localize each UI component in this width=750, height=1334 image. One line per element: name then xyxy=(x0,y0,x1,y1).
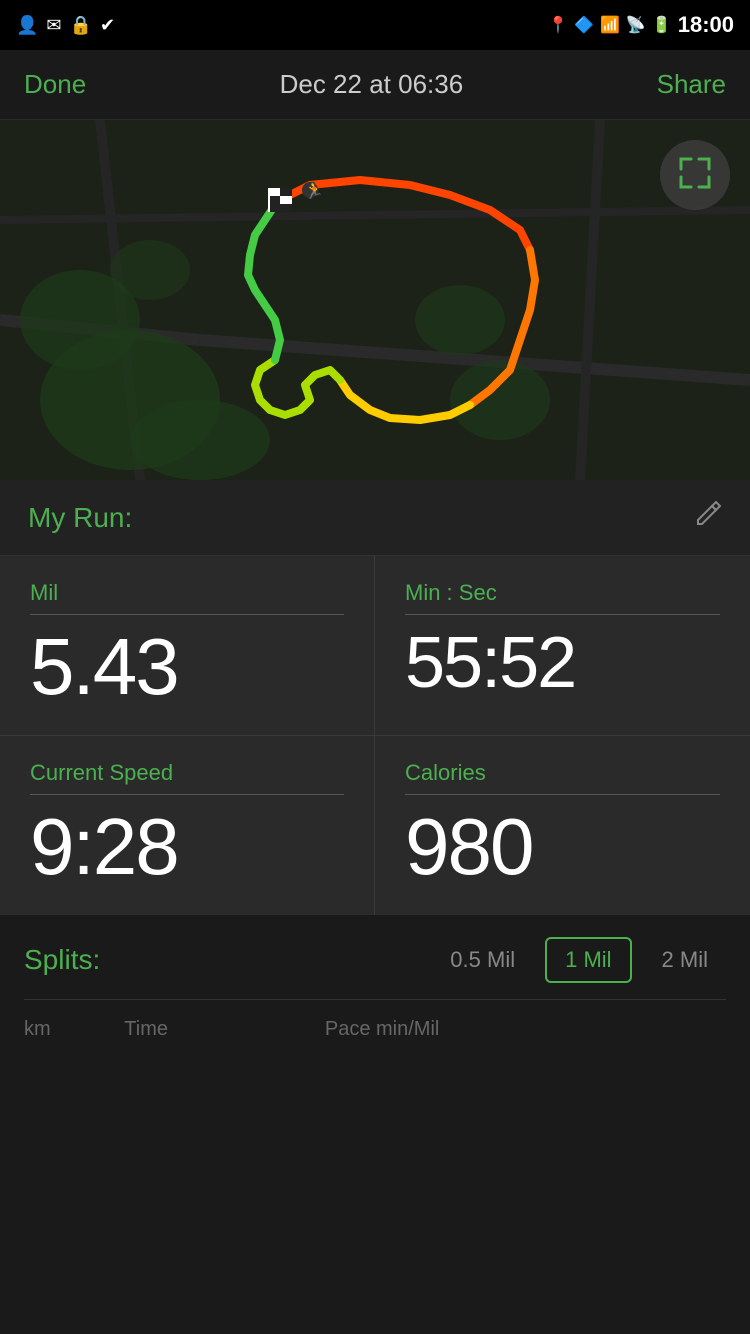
split-option-one[interactable]: 1 Mil xyxy=(545,937,631,983)
mail-icon: ✉ xyxy=(46,15,61,36)
stats-grid: Mil 5.43 Min : Sec 55:52 Current Speed 9… xyxy=(0,556,750,915)
route-map: 🏃 xyxy=(0,120,750,480)
my-run-label: My Run: xyxy=(28,502,132,534)
status-icons-left: 👤 ✉ 🔒 ✔ xyxy=(16,15,115,36)
split-option-two[interactable]: 2 Mil xyxy=(644,939,726,981)
status-time: 18:00 xyxy=(678,12,734,38)
stat-time-value: 55:52 xyxy=(405,627,720,699)
stat-divider-1 xyxy=(30,614,344,615)
stat-calories-value: 980 xyxy=(405,807,720,887)
person-icon: 👤 xyxy=(16,15,38,36)
stat-speed: Current Speed 9:28 xyxy=(0,736,375,915)
stat-time-label: Min : Sec xyxy=(405,580,720,606)
stat-distance: Mil 5.43 xyxy=(0,556,375,736)
header: Done Dec 22 at 06:36 Share xyxy=(0,50,750,120)
stat-divider-4 xyxy=(405,794,720,795)
done-button[interactable]: Done xyxy=(24,69,86,100)
splits-col-pace: Pace min/Mil xyxy=(325,1018,726,1041)
bluetooth-icon: 🔷 xyxy=(574,15,594,35)
splits-section: Splits: 0.5 Mil 1 Mil 2 Mil km Time Pace… xyxy=(0,915,750,1051)
splits-label: Splits: xyxy=(24,944,412,976)
expand-button[interactable] xyxy=(660,140,730,210)
my-run-section: My Run: xyxy=(0,480,750,556)
stat-calories: Calories 980 xyxy=(375,736,750,915)
stat-time: Min : Sec 55:52 xyxy=(375,556,750,736)
stat-distance-label: Mil xyxy=(30,580,344,606)
splits-col-km: km xyxy=(24,1018,124,1041)
splits-options: 0.5 Mil 1 Mil 2 Mil xyxy=(432,937,726,983)
signal-icon: 📡 xyxy=(626,15,646,35)
split-option-half[interactable]: 0.5 Mil xyxy=(432,939,533,981)
stat-divider-3 xyxy=(30,794,344,795)
stat-calories-label: Calories xyxy=(405,760,720,786)
status-icons-right: 📍 🔷 📶 📡 🔋 18:00 xyxy=(548,12,734,38)
check-icon: ✔ xyxy=(100,15,115,36)
stat-divider-2 xyxy=(405,614,720,615)
location-icon: 📍 xyxy=(548,15,568,35)
wifi-icon: 📶 xyxy=(600,15,620,35)
battery-icon: 🔋 xyxy=(652,15,672,35)
splits-table-header: km Time Pace min/Mil xyxy=(24,999,726,1051)
stat-speed-label: Current Speed xyxy=(30,760,344,786)
lock-icon: 🔒 xyxy=(70,15,92,36)
splits-col-time: Time xyxy=(124,1018,325,1041)
edit-icon[interactable] xyxy=(694,500,722,535)
map-container[interactable]: 🏃 xyxy=(0,120,750,480)
stat-speed-value: 9:28 xyxy=(30,807,344,887)
status-bar: 👤 ✉ 🔒 ✔ 📍 🔷 📶 📡 🔋 18:00 xyxy=(0,0,750,50)
splits-header: Splits: 0.5 Mil 1 Mil 2 Mil xyxy=(24,937,726,983)
stat-distance-value: 5.43 xyxy=(30,627,344,707)
svg-text:🏃: 🏃 xyxy=(304,181,324,200)
header-title: Dec 22 at 06:36 xyxy=(280,69,464,100)
expand-icon xyxy=(677,155,713,196)
share-button[interactable]: Share xyxy=(657,69,726,100)
